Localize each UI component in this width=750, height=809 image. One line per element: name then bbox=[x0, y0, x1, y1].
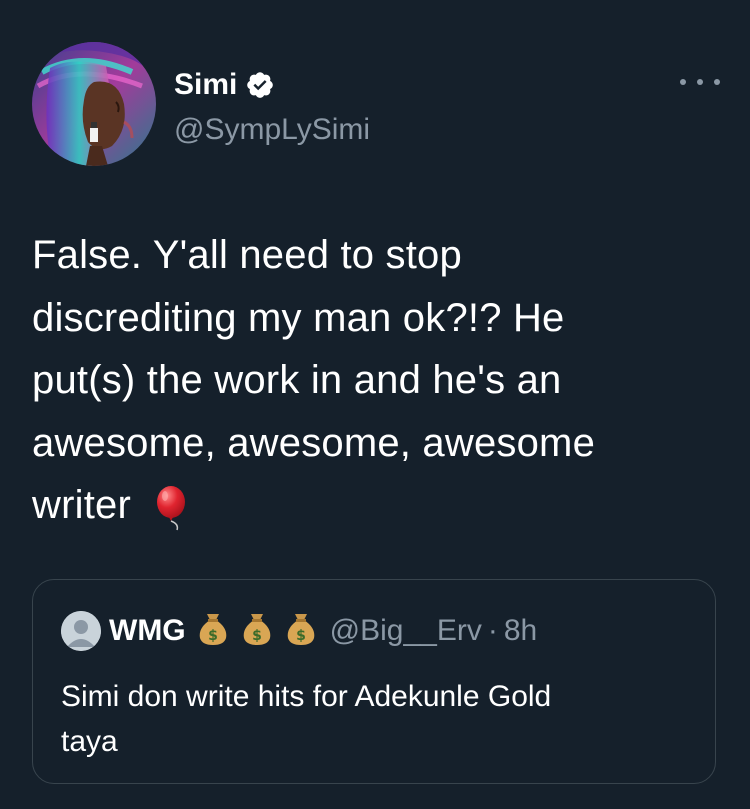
more-options-button[interactable] bbox=[680, 70, 720, 94]
tweet-text-line: writer bbox=[32, 474, 722, 551]
money-bag-icon: $ bbox=[196, 610, 230, 651]
tweet-text-line: discrediting my man ok?!? He bbox=[32, 295, 565, 340]
tweet-text-last: writer bbox=[32, 483, 131, 527]
svg-text:$: $ bbox=[296, 628, 306, 644]
tweet: Simi @SympLySimi False. Y'all need to st… bbox=[0, 0, 750, 809]
quoted-tweet-header: WMG $ $ $ @Big__Erv · 8h bbox=[61, 610, 537, 651]
svg-text:$: $ bbox=[208, 628, 218, 644]
author-name-row: Simi bbox=[174, 68, 275, 102]
quoted-tweet-text: Simi don write hits for Adekunle Gold ta… bbox=[61, 674, 691, 764]
author-handle[interactable]: @SympLySimi bbox=[174, 112, 370, 148]
author-avatar[interactable] bbox=[32, 42, 156, 166]
quoted-author-avatar[interactable] bbox=[61, 610, 101, 651]
tweet-text-line: awesome, awesome, awesome bbox=[32, 420, 596, 465]
quoted-separator: · bbox=[487, 613, 498, 647]
verified-badge-icon bbox=[245, 70, 275, 100]
quoted-tweet-card[interactable]: WMG $ $ $ @Big__Erv · 8h Simi don write … bbox=[32, 579, 716, 784]
tweet-text: False. Y'all need to stop discrediting m… bbox=[32, 224, 722, 551]
tweet-text-line: put(s) the work in and he's an bbox=[32, 358, 562, 402]
quoted-handle[interactable]: @Big__Erv bbox=[330, 611, 482, 651]
tweet-text-line: False. Y'all need to stop bbox=[32, 233, 462, 277]
quoted-timestamp[interactable]: 8h bbox=[504, 611, 537, 651]
money-bag-icon: $ bbox=[284, 610, 318, 651]
svg-text:$: $ bbox=[252, 628, 262, 644]
money-bag-icon: $ bbox=[240, 610, 274, 651]
quoted-display-name[interactable]: WMG bbox=[109, 611, 186, 651]
author-display-name[interactable]: Simi bbox=[174, 68, 237, 102]
quoted-text-line: Simi don write hits for Adekunle Gold bbox=[61, 680, 552, 713]
red-balloon-icon bbox=[153, 486, 193, 551]
quoted-text-line: taya bbox=[61, 725, 118, 758]
more-horizontal-icon bbox=[680, 79, 686, 85]
